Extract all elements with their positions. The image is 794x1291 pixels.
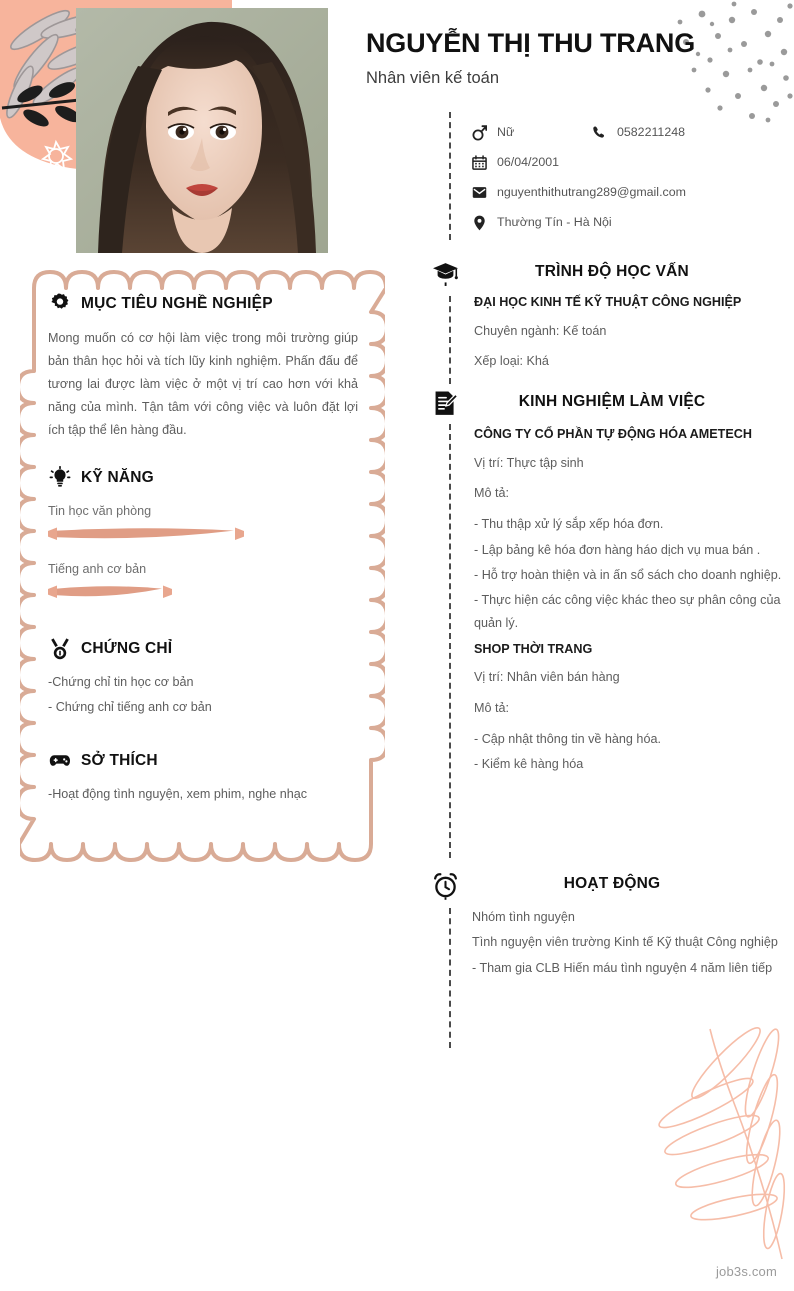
location-pin-icon <box>470 215 488 231</box>
skill-label: Tiếng anh cơ bản <box>48 561 147 576</box>
job-company: SHOP THỜI TRANG <box>474 641 593 656</box>
job-company: CÔNG TY CỔ PHẦN TỰ ĐỘNG HÓA AMETECH <box>474 427 752 441</box>
skill-item: Tiếng anh cơ bản <box>48 559 358 599</box>
section-education: TRÌNH ĐỘ HỌC VẤN ĐẠI HỌC KINH TẾ KỸ THUẬ… <box>432 260 784 381</box>
hobby-item: -Hoạt động tình nguyện, xem phim, nghe n… <box>48 786 308 801</box>
phone-icon <box>590 125 608 140</box>
section-certificates: CHỨNG CHỈ -Chứng chỉ tin học cơ bản - Ch… <box>48 637 358 718</box>
section-certificates-header: CHỨNG CHỈ <box>48 637 358 661</box>
section-activities: HOẠT ĐỘNG Nhóm tình nguyện Tình nguyện v… <box>432 872 784 982</box>
medal-icon <box>48 637 72 661</box>
job-desc-label: Mô tả: <box>474 700 509 715</box>
certificate-item: -Chứng chỉ tin học cơ bản <box>48 674 194 689</box>
contact-block: Nữ 0582211248 06/04/2001 nguyenthithutra… <box>470 120 790 240</box>
certificate-item: - Chứng chỉ tiếng anh cơ bản <box>48 700 212 715</box>
activities-body: Nhóm tình nguyện Tình nguyện viên trường… <box>432 906 784 980</box>
calendar-icon <box>470 155 488 170</box>
education-grade: Xếp loại: Khá <box>474 353 549 368</box>
activity-line: - Tham gia CLB Hiến máu tình nguyện 4 nă… <box>472 960 773 975</box>
education-school: ĐẠI HỌC KINH TẾ KỸ THUẬT CÔNG NGHIỆP <box>474 295 742 309</box>
job-duty: - Thực hiện các công việc khác theo sự p… <box>474 593 781 631</box>
gender-male-icon <box>470 124 488 141</box>
section-education-header: TRÌNH ĐỘ HỌC VẤN <box>432 260 784 287</box>
bottom-right-fern-decoration <box>614 1011 794 1261</box>
activity-line: Nhóm tình nguyện <box>472 910 575 924</box>
section-objective-title: MỤC TIÊU NGHỀ NGHIỆP <box>81 295 273 313</box>
address-value: Thường Tín - Hà Nội <box>497 215 612 230</box>
cv-page: NGUYỄN THỊ THU TRANG Nhân viên kế toán N… <box>0 0 794 1291</box>
section-objective-header: MỤC TIÊU NGHỀ NGHIỆP <box>48 292 358 316</box>
alarm-clock-icon <box>432 872 468 900</box>
document-pen-icon <box>432 390 468 419</box>
job-duty: - Kiểm kê hàng hóa <box>474 757 584 772</box>
email-value: nguyenthithutrang289@gmail.com <box>497 185 686 200</box>
job-duty: - Lập bảng kê hóa đơn hàng háo dịch vụ m… <box>474 542 761 557</box>
section-experience-title: KINH NGHIỆM LÀM VIỆC <box>518 393 706 410</box>
skill-item: Tin học văn phòng <box>48 501 358 541</box>
skill-bar-0 <box>48 527 358 541</box>
site-watermark: job3s.com <box>715 1264 777 1279</box>
phone-value: 0582211248 <box>617 125 685 140</box>
birthday-value: 06/04/2001 <box>497 155 560 170</box>
section-education-title: TRÌNH ĐỘ HỌC VẤN <box>535 263 689 280</box>
experience-body: CÔNG TY CỔ PHẦN TỰ ĐỘNG HÓA AMETECH Vị t… <box>432 425 784 777</box>
job-desc-label: Mô tả: <box>474 485 509 500</box>
job-position: Vị trí: Nhân viên bán hàng <box>474 670 620 685</box>
job-duty: - Hỗ trợ hoàn thiện và in ấn sổ sách cho… <box>474 567 782 582</box>
contact-row-birthday: 06/04/2001 <box>470 150 790 175</box>
divider-rail-contact <box>449 112 451 240</box>
section-hobbies: SỞ THÍCH -Hoạt động tình nguyện, xem phi… <box>48 749 358 804</box>
contact-row-gender-phone: Nữ 0582211248 <box>470 120 790 145</box>
section-hobbies-header: SỞ THÍCH <box>48 749 358 773</box>
skill-label: Tin học văn phòng <box>48 503 152 518</box>
section-certificates-title: CHỨNG CHỈ <box>81 640 173 658</box>
gamepad-icon <box>48 749 72 773</box>
activity-line: Tình nguyện viên trường Kinh tế Kỹ thuật… <box>472 935 778 950</box>
left-sidebar: MỤC TIÊU NGHỀ NGHIỆP Mong muốn có cơ hội… <box>20 258 385 873</box>
section-skills-title: KỸ NĂNG <box>81 469 154 486</box>
job-title: Nhân viên kế toán <box>366 69 500 88</box>
experience-job: SHOP THỜI TRANG Vị trí: Nhân viên bán hà… <box>474 640 784 777</box>
gender-value: Nữ <box>497 125 515 140</box>
job-position: Vị trí: Thực tập sinh <box>474 455 584 470</box>
objective-text: Mong muốn có cơ hội làm việc trong môi t… <box>48 331 358 437</box>
section-experience-header: KINH NGHIỆM LÀM VIỆC <box>432 390 784 419</box>
education-body: ĐẠI HỌC KINH TẾ KỸ THUẬT CÔNG NGHIỆP Chu… <box>432 293 784 371</box>
contact-row-email: nguyenthithutrang289@gmail.com <box>470 180 790 205</box>
lightbulb-icon <box>48 465 72 490</box>
skill-bar-1 <box>48 585 358 599</box>
page-title: NGUYỄN THỊ THU TRANG <box>366 28 695 58</box>
section-experience: KINH NGHIỆM LÀM VIỆC CÔNG TY CỔ PHẦN TỰ … <box>432 390 784 779</box>
experience-job: CÔNG TY CỔ PHẦN TỰ ĐỘNG HÓA AMETECH Vị t… <box>474 425 784 636</box>
section-skills-header: KỸ NĂNG <box>48 465 358 490</box>
section-activities-header: HOẠT ĐỘNG <box>432 872 784 900</box>
section-skills: KỸ NĂNG Tin học văn phòng Tiếng anh cơ b… <box>48 465 358 599</box>
gear-icon <box>48 292 72 316</box>
header-block: NGUYỄN THỊ THU TRANG Nhân viên kế toán <box>366 28 776 90</box>
section-hobbies-title: SỞ THÍCH <box>81 752 158 770</box>
envelope-icon <box>470 186 488 199</box>
contact-row-address: Thường Tín - Hà Nội <box>470 210 790 235</box>
section-objective: MỤC TIÊU NGHỀ NGHIỆP Mong muốn có cơ hội… <box>48 292 358 442</box>
job-duty: - Thu thập xử lý sắp xếp hóa đơn. <box>474 517 664 532</box>
profile-photo <box>76 8 328 253</box>
graduation-cap-icon <box>432 260 468 287</box>
education-major: Chuyên ngành: Kế toán <box>474 323 607 338</box>
section-activities-title: HOẠT ĐỘNG <box>563 875 661 892</box>
job-duty: - Cập nhật thông tin về hàng hóa. <box>474 732 661 747</box>
